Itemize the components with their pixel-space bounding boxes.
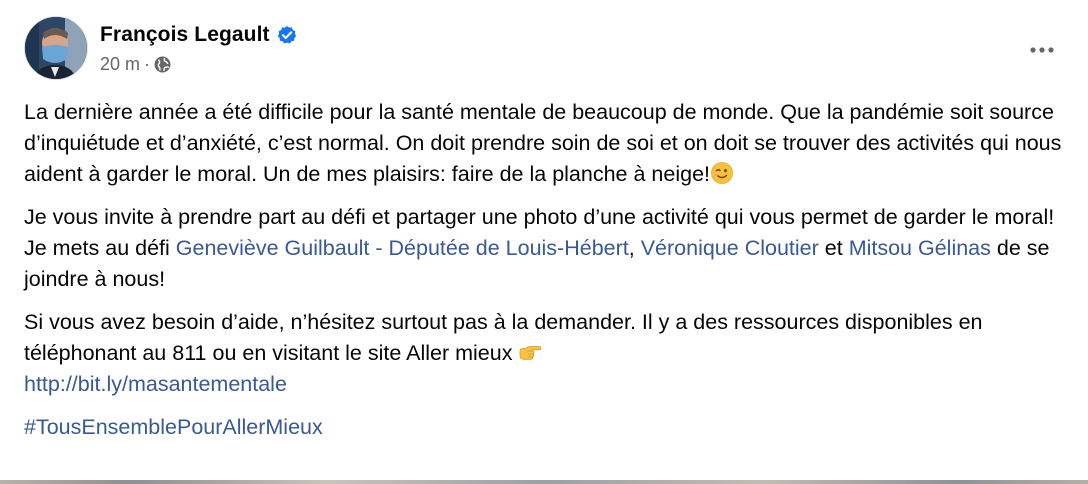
facebook-post: François Legault 20 m · La dernière anné… xyxy=(0,0,1088,484)
pointing-right-emoji-icon xyxy=(518,340,542,364)
author-avatar[interactable] xyxy=(24,16,88,80)
post-meta: 20 m · xyxy=(100,52,297,76)
paragraph-1-text: La dernière année a été difficile pour l… xyxy=(24,100,1062,186)
meta-separator: · xyxy=(144,53,151,74)
post-timestamp[interactable]: 20 m xyxy=(100,54,140,75)
attached-photo-edge xyxy=(0,480,1088,484)
paragraph-2: Je vous invite à prendre part au défi et… xyxy=(24,202,1064,295)
more-options-icon xyxy=(1030,47,1054,53)
avatar-photo xyxy=(25,17,87,79)
mention-mitsou-gelinas[interactable]: Mitsou Gélinas xyxy=(849,236,991,260)
paragraph-3: Si vous avez besoin d’aide, n’hésitez su… xyxy=(24,307,1064,400)
author-name[interactable]: François Legault xyxy=(100,23,270,47)
mention-veronique-cloutier[interactable]: Véronique Cloutier xyxy=(641,236,819,260)
post-header: François Legault 20 m · xyxy=(24,16,1064,86)
resource-link[interactable]: http://bit.ly/masantementale xyxy=(24,372,287,396)
mention-genevieve-guilbault[interactable]: Geneviève Guilbault - Députée de Louis-H… xyxy=(176,236,629,260)
paragraph-3-text: Si vous avez besoin d’aide, n’hésitez su… xyxy=(24,310,983,365)
winking-face-emoji-icon xyxy=(710,161,734,185)
verified-badge-icon xyxy=(277,25,297,45)
author-row: François Legault xyxy=(100,20,297,50)
paragraph-1: La dernière année a été difficile pour l… xyxy=(24,97,1064,190)
post-body: La dernière année a été difficile pour l… xyxy=(24,97,1064,455)
paragraph-2-sep-1: , xyxy=(628,236,641,260)
paragraph-hashtag: #TousEnsemblePourAllerMieux xyxy=(24,412,1064,443)
paragraph-2-sep-2: et xyxy=(818,236,849,260)
globe-icon[interactable] xyxy=(154,56,171,73)
hashtag-link[interactable]: #TousEnsemblePourAllerMieux xyxy=(24,415,323,439)
author-block: François Legault 20 m · xyxy=(100,20,297,76)
more-options-button[interactable] xyxy=(1020,30,1064,70)
